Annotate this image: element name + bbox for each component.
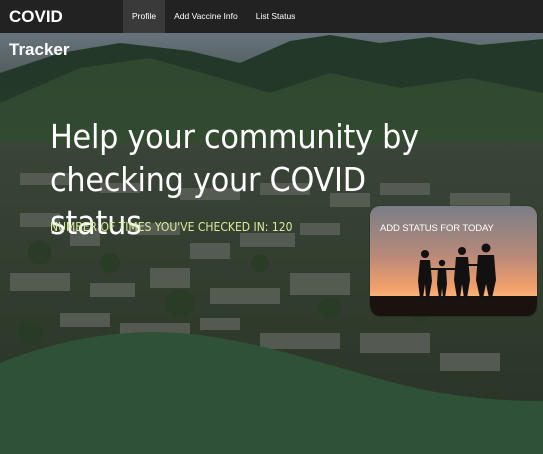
top-navbar: COVID Tracker Profile Add Vaccine Info L… — [0, 0, 543, 59]
nav-tab-profile[interactable]: Profile — [123, 0, 166, 33]
nav-tab-list-status[interactable]: List Status — [247, 0, 305, 33]
nav-tab-add-vaccine-info[interactable]: Add Vaccine Info — [165, 0, 247, 33]
checkin-counter-text: NUMBER OF TIMES YOU'VE CHECKED IN: 120 — [50, 220, 293, 234]
brand-logo[interactable]: COVID Tracker — [0, 0, 123, 59]
add-status-card[interactable]: ADD STATUS FOR TODAY — [370, 206, 537, 316]
headline-line-1: Help your community by — [50, 117, 419, 156]
add-status-label: ADD STATUS FOR TODAY — [380, 223, 494, 234]
